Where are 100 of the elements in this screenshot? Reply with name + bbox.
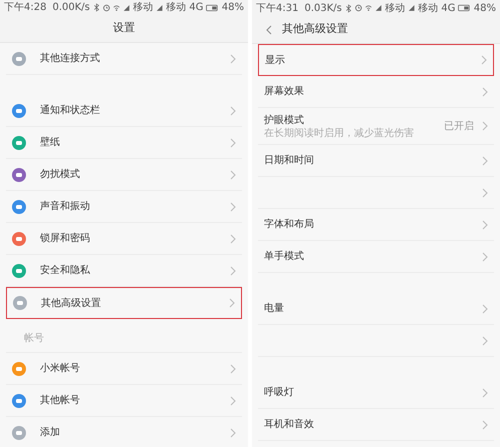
setting-icon (12, 200, 26, 214)
chevron-icon (230, 266, 236, 276)
settings-row[interactable]: 护眼模式 在长期阅读时启用，减少蓝光伤害 已开启 (258, 108, 494, 145)
settings-row[interactable]: 呼吸灯 (258, 377, 494, 409)
chevron-icon (230, 138, 236, 148)
row-label: 呼吸灯 (264, 386, 294, 400)
row-label: 其他高级设置 (41, 296, 101, 310)
row-description: 在长期阅读时启用，减少蓝光伤害 (264, 128, 414, 139)
row-label: 其他连接方式 (40, 52, 100, 66)
setting-icon (12, 264, 26, 278)
chevron-icon (482, 252, 488, 262)
status-time: 下午4:28 (4, 1, 46, 15)
screen-title: 其他高级设置 (282, 21, 348, 38)
chevron-icon (230, 428, 236, 438)
carrier-name: 移动 4G (166, 1, 204, 15)
settings-row[interactable]: 添加 (6, 417, 242, 447)
chevron-icon (230, 396, 236, 406)
row-label: 其他帐号 (40, 394, 80, 408)
row-label: 耳机和音效 (264, 418, 314, 432)
chevron-icon (230, 202, 236, 212)
row-label: 屏幕效果 (264, 84, 304, 99)
row-label: 显示 (265, 54, 285, 68)
settings-row[interactable]: 电量 (258, 293, 494, 325)
settings-row[interactable]: 其他帐号 (6, 385, 242, 417)
chevron-icon (230, 106, 236, 116)
signal-icon (375, 4, 382, 12)
chevron-icon (230, 170, 236, 180)
network-speed: 0.03K/s (304, 2, 342, 16)
chevron-icon (482, 304, 488, 314)
row-value: 已开启 (444, 120, 474, 134)
setting-icon (12, 168, 26, 182)
setting-icon (12, 136, 26, 150)
setting-icon (12, 394, 26, 408)
settings-row[interactable]: 壁纸 (6, 127, 242, 159)
screen-title: 设置 (113, 20, 135, 36)
settings-row[interactable]: 单手模式 (258, 241, 494, 273)
row-label: 添加 (40, 426, 60, 440)
battery-level: 48% (474, 2, 496, 16)
chevron-icon (230, 54, 236, 64)
row-label: 通知和状态栏 (40, 104, 100, 118)
chevron-icon (482, 336, 488, 346)
battery-icon (458, 4, 471, 12)
back-icon[interactable] (266, 24, 272, 34)
carrier-name: 移动 (385, 2, 406, 16)
chevron-icon (229, 298, 235, 308)
row-label: 单手模式 (264, 250, 304, 264)
settings-row[interactable]: 安全和隐私 (6, 255, 242, 287)
settings-row[interactable]: 耳机和音效 (258, 409, 494, 441)
row-label: 小米帐号 (40, 362, 80, 376)
chevron-icon (482, 121, 488, 131)
signal-icon (156, 4, 164, 12)
row-label: 安全和隐私 (40, 264, 90, 278)
settings-row[interactable]: 其他高级设置 (6, 287, 242, 319)
settings-row[interactable]: 锁屏和密码 (6, 223, 242, 255)
wifi-icon (112, 4, 120, 12)
settings-row[interactable]: 日期和时间 (258, 145, 494, 177)
setting-icon (12, 362, 26, 376)
bluetooth-icon (344, 4, 352, 12)
settings-row[interactable]: 小米帐号 (6, 353, 242, 385)
alarm-icon (102, 4, 110, 12)
alarm-icon (354, 4, 362, 12)
carrier-name: 移动 4G (418, 2, 456, 16)
row-label: 声音和振动 (40, 200, 90, 214)
settings-row[interactable]: 其他连接方式 (6, 43, 242, 75)
settings-row[interactable]: 显示 (258, 44, 494, 76)
chevron-icon (482, 388, 488, 398)
settings-row[interactable]: 勿扰模式 (6, 159, 242, 191)
settings-row[interactable]: 字体和布局 (258, 209, 494, 241)
bluetooth-icon (92, 3, 100, 12)
settings-row[interactable]: 声音和振动 (6, 191, 242, 223)
section-label: 帐号 (6, 319, 242, 353)
row-label: 电量 (264, 302, 284, 316)
settings-row[interactable]: 屏幕效果 (258, 76, 494, 108)
wifi-icon (364, 4, 372, 12)
battery-level: 48% (222, 1, 244, 15)
chevron-icon (482, 188, 488, 198)
chevron-icon (230, 364, 236, 374)
signal-icon (123, 4, 130, 12)
chevron-icon (482, 86, 488, 96)
row-label: 字体和布局 (264, 218, 314, 232)
status-time: 下午4:31 (256, 2, 298, 16)
row-label: 壁纸 (40, 136, 60, 150)
settings-row[interactable]: 通知和状态栏 (6, 95, 242, 127)
signal-icon (408, 4, 416, 12)
row-label: 护眼模式 (264, 114, 305, 128)
row-label: 日期和时间 (264, 154, 314, 168)
setting-icon (12, 232, 26, 246)
setting-icon (12, 426, 26, 440)
setting-icon (13, 296, 27, 310)
chevron-icon (230, 234, 236, 244)
chevron-icon (481, 55, 487, 65)
chevron-icon (482, 420, 488, 430)
carrier-name: 移动 (133, 1, 154, 15)
network-speed: 0.00K/s (52, 1, 90, 15)
setting-icon (12, 104, 26, 118)
chevron-icon (482, 220, 488, 230)
setting-icon (12, 52, 26, 66)
row-label: 锁屏和密码 (40, 232, 90, 246)
chevron-icon (482, 156, 488, 166)
battery-icon (206, 4, 219, 12)
